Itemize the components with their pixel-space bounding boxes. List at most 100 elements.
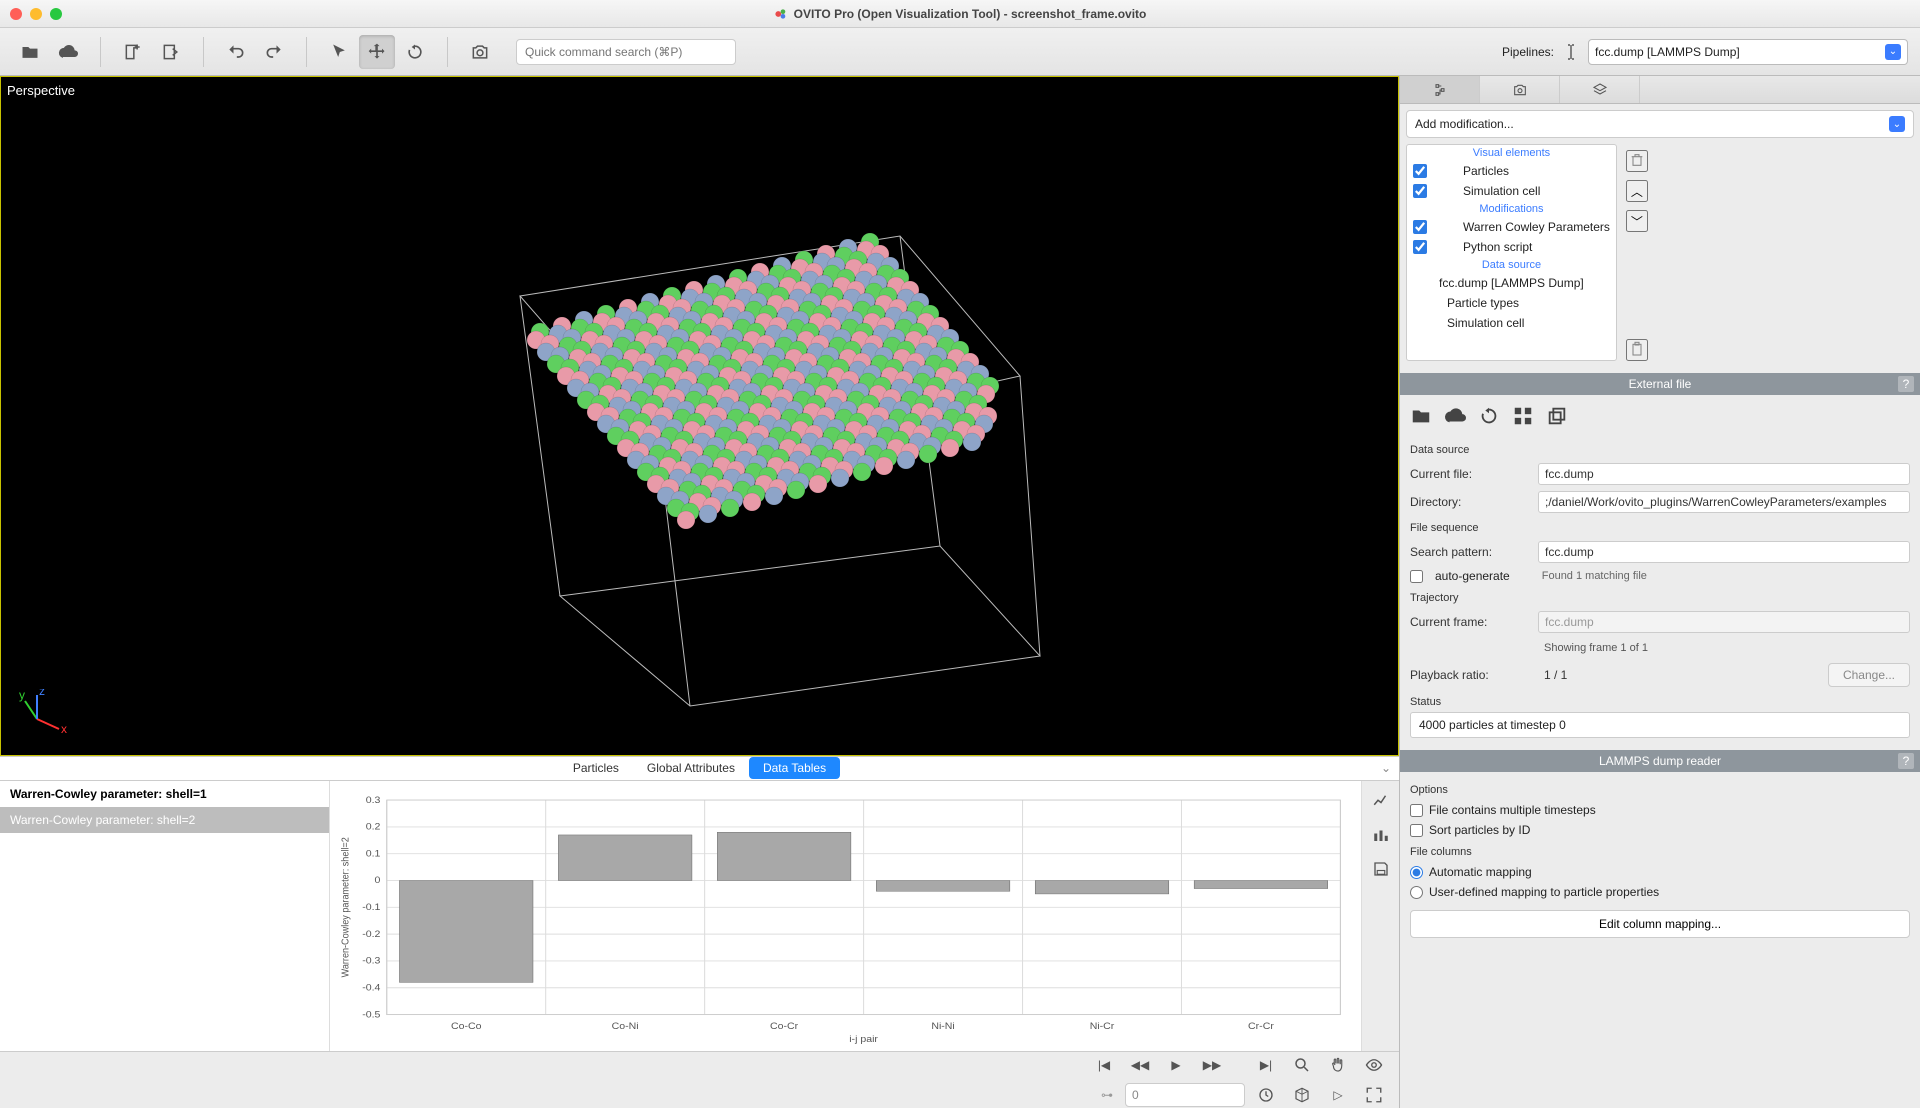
last-frame-button[interactable]: ▶| bbox=[1251, 1052, 1281, 1078]
pipe-item[interactable]: Particle types bbox=[1447, 296, 1519, 310]
prev-frame-button[interactable]: ◀◀ bbox=[1125, 1052, 1155, 1078]
viewport[interactable]: Perspective x y z bbox=[0, 76, 1399, 756]
pipe-section-header: Visual elements bbox=[1407, 145, 1616, 161]
svg-text:-0.5: -0.5 bbox=[362, 1009, 381, 1019]
pipeline-selector[interactable]: fcc.dump [LAMMPS Dump] ⌄ bbox=[1588, 39, 1908, 65]
subsection-label: Status bbox=[1410, 696, 1910, 708]
next-frame-button[interactable]: ▶▶ bbox=[1197, 1052, 1227, 1078]
list-item[interactable]: Warren-Cowley parameter: shell=1 bbox=[0, 781, 329, 807]
svg-text:x: x bbox=[61, 722, 67, 736]
move-down-button[interactable]: ﹀ bbox=[1626, 210, 1648, 232]
svg-text:i-j pair: i-j pair bbox=[849, 1034, 879, 1044]
pipe-item-source[interactable]: fcc.dump [LAMMPS Dump] bbox=[1439, 276, 1584, 290]
tab-particles[interactable]: Particles bbox=[559, 757, 633, 779]
export-button[interactable] bbox=[153, 35, 189, 69]
chart-bar-view-button[interactable] bbox=[1367, 821, 1395, 849]
svg-text:Co-Ni: Co-Ni bbox=[612, 1021, 639, 1031]
list-item[interactable]: Warren-Cowley parameter: shell=2 bbox=[0, 807, 329, 833]
tab-data-tables[interactable]: Data Tables bbox=[749, 757, 840, 779]
cube-button[interactable] bbox=[1287, 1082, 1317, 1108]
svg-text:0.2: 0.2 bbox=[366, 822, 381, 832]
sort-particles-checkbox[interactable] bbox=[1410, 824, 1423, 837]
pipe-item[interactable]: Warren Cowley Parameters bbox=[1463, 220, 1610, 234]
pipe-section-header: Data source bbox=[1407, 257, 1616, 273]
redo-button[interactable] bbox=[256, 35, 292, 69]
svg-text:-0.3: -0.3 bbox=[362, 956, 381, 966]
delete-modifier-button[interactable] bbox=[1626, 150, 1648, 172]
current-file-field[interactable]: fcc.dump bbox=[1538, 463, 1910, 485]
pipe-item[interactable]: Particles bbox=[1463, 164, 1509, 178]
pipe-item[interactable]: Python script bbox=[1463, 240, 1532, 254]
refresh-icon[interactable] bbox=[1478, 405, 1500, 430]
close-window[interactable] bbox=[10, 8, 22, 20]
time-button[interactable] bbox=[1251, 1082, 1281, 1108]
edit-column-mapping-button[interactable]: Edit column mapping... bbox=[1410, 910, 1910, 938]
rotate-tool-button[interactable] bbox=[397, 35, 433, 69]
render-tab[interactable] bbox=[1480, 76, 1560, 103]
clipboard-button[interactable] bbox=[1626, 339, 1648, 361]
toggle-pyscript[interactable] bbox=[1413, 240, 1427, 254]
svg-text:0: 0 bbox=[375, 875, 381, 885]
help-icon[interactable]: ? bbox=[1898, 376, 1914, 392]
undo-button[interactable] bbox=[218, 35, 254, 69]
user-mapping-radio[interactable] bbox=[1410, 886, 1423, 899]
auto-generate-checkbox[interactable] bbox=[1410, 570, 1423, 583]
fullscreen-button[interactable] bbox=[1359, 1082, 1389, 1108]
first-frame-button[interactable]: |◀ bbox=[1089, 1052, 1119, 1078]
table-list: Warren-Cowley parameter: shell=1 Warren-… bbox=[0, 781, 330, 1051]
svg-text:Co-Cr: Co-Cr bbox=[770, 1021, 799, 1031]
render-button[interactable] bbox=[462, 35, 498, 69]
svg-text:Cr-Cr: Cr-Cr bbox=[1248, 1021, 1275, 1031]
minimize-window[interactable] bbox=[30, 8, 42, 20]
select-tool-button[interactable] bbox=[321, 35, 357, 69]
tab-global-attributes[interactable]: Global Attributes bbox=[633, 757, 749, 779]
move-tool-button[interactable] bbox=[359, 35, 395, 69]
frame-number-input[interactable] bbox=[1125, 1083, 1245, 1107]
multi-timestep-checkbox[interactable] bbox=[1410, 804, 1423, 817]
add-modification-dropdown[interactable]: Add modification... ⌄ bbox=[1406, 110, 1914, 138]
key-icon: ⊶ bbox=[1101, 1088, 1113, 1102]
move-up-button[interactable]: ︿ bbox=[1626, 180, 1648, 202]
import-remote-button[interactable] bbox=[50, 35, 86, 69]
section-external-file: External file? bbox=[1400, 373, 1920, 395]
help-icon[interactable]: ? bbox=[1898, 753, 1914, 769]
play-button[interactable]: ▶ bbox=[1161, 1052, 1191, 1078]
svg-text:Warren-Cowley parameter: shell: Warren-Cowley parameter: shell=2 bbox=[340, 837, 352, 977]
change-button[interactable]: Change... bbox=[1828, 663, 1910, 687]
svg-text:Ni-Cr: Ni-Cr bbox=[1090, 1021, 1115, 1031]
pipeline-tab[interactable] bbox=[1400, 76, 1480, 103]
directory-field[interactable]: ;/daniel/Work/ovito_plugins/WarrenCowley… bbox=[1538, 491, 1910, 513]
toggle-particles[interactable] bbox=[1413, 164, 1427, 178]
current-frame-field: fcc.dump bbox=[1538, 611, 1910, 633]
zoom-button[interactable] bbox=[1287, 1052, 1317, 1078]
toggle-simcell[interactable] bbox=[1413, 184, 1427, 198]
status-box: 4000 particles at timestep 0 bbox=[1410, 712, 1910, 738]
grid-icon[interactable] bbox=[1512, 405, 1534, 430]
quick-search-input[interactable] bbox=[516, 39, 736, 65]
svg-text:y: y bbox=[19, 689, 25, 702]
maximize-window[interactable] bbox=[50, 8, 62, 20]
fastforward-button[interactable]: ▷ bbox=[1323, 1082, 1353, 1108]
dropdown-arrow-icon: ⌄ bbox=[1889, 116, 1905, 132]
toggle-wcp[interactable] bbox=[1413, 220, 1427, 234]
cloud-icon[interactable] bbox=[1444, 405, 1466, 430]
text-cursor-icon[interactable] bbox=[1562, 43, 1580, 61]
copy-icon[interactable] bbox=[1546, 405, 1568, 430]
chart-save-button[interactable] bbox=[1367, 855, 1395, 883]
pipe-item[interactable]: Simulation cell bbox=[1447, 316, 1524, 330]
panel-menu-icon[interactable]: ⌄ bbox=[1381, 761, 1391, 775]
search-pattern-field[interactable]: fcc.dump bbox=[1538, 541, 1910, 563]
preview-button[interactable] bbox=[1359, 1052, 1389, 1078]
window-title: OVITO Pro (Open Visualization Tool) - sc… bbox=[774, 7, 1147, 21]
pan-button[interactable] bbox=[1323, 1052, 1353, 1078]
particle-visualization bbox=[1, 77, 1398, 755]
pipe-item[interactable]: Simulation cell bbox=[1463, 184, 1540, 198]
auto-mapping-radio[interactable] bbox=[1410, 866, 1423, 879]
open-folder-icon[interactable] bbox=[1410, 405, 1432, 430]
layers-tab[interactable] bbox=[1560, 76, 1640, 103]
new-pipeline-button[interactable] bbox=[115, 35, 151, 69]
chart-line-view-button[interactable] bbox=[1367, 787, 1395, 815]
svg-text:0.1: 0.1 bbox=[366, 849, 381, 859]
subsection-label: Trajectory bbox=[1410, 592, 1910, 604]
open-file-button[interactable] bbox=[12, 35, 48, 69]
